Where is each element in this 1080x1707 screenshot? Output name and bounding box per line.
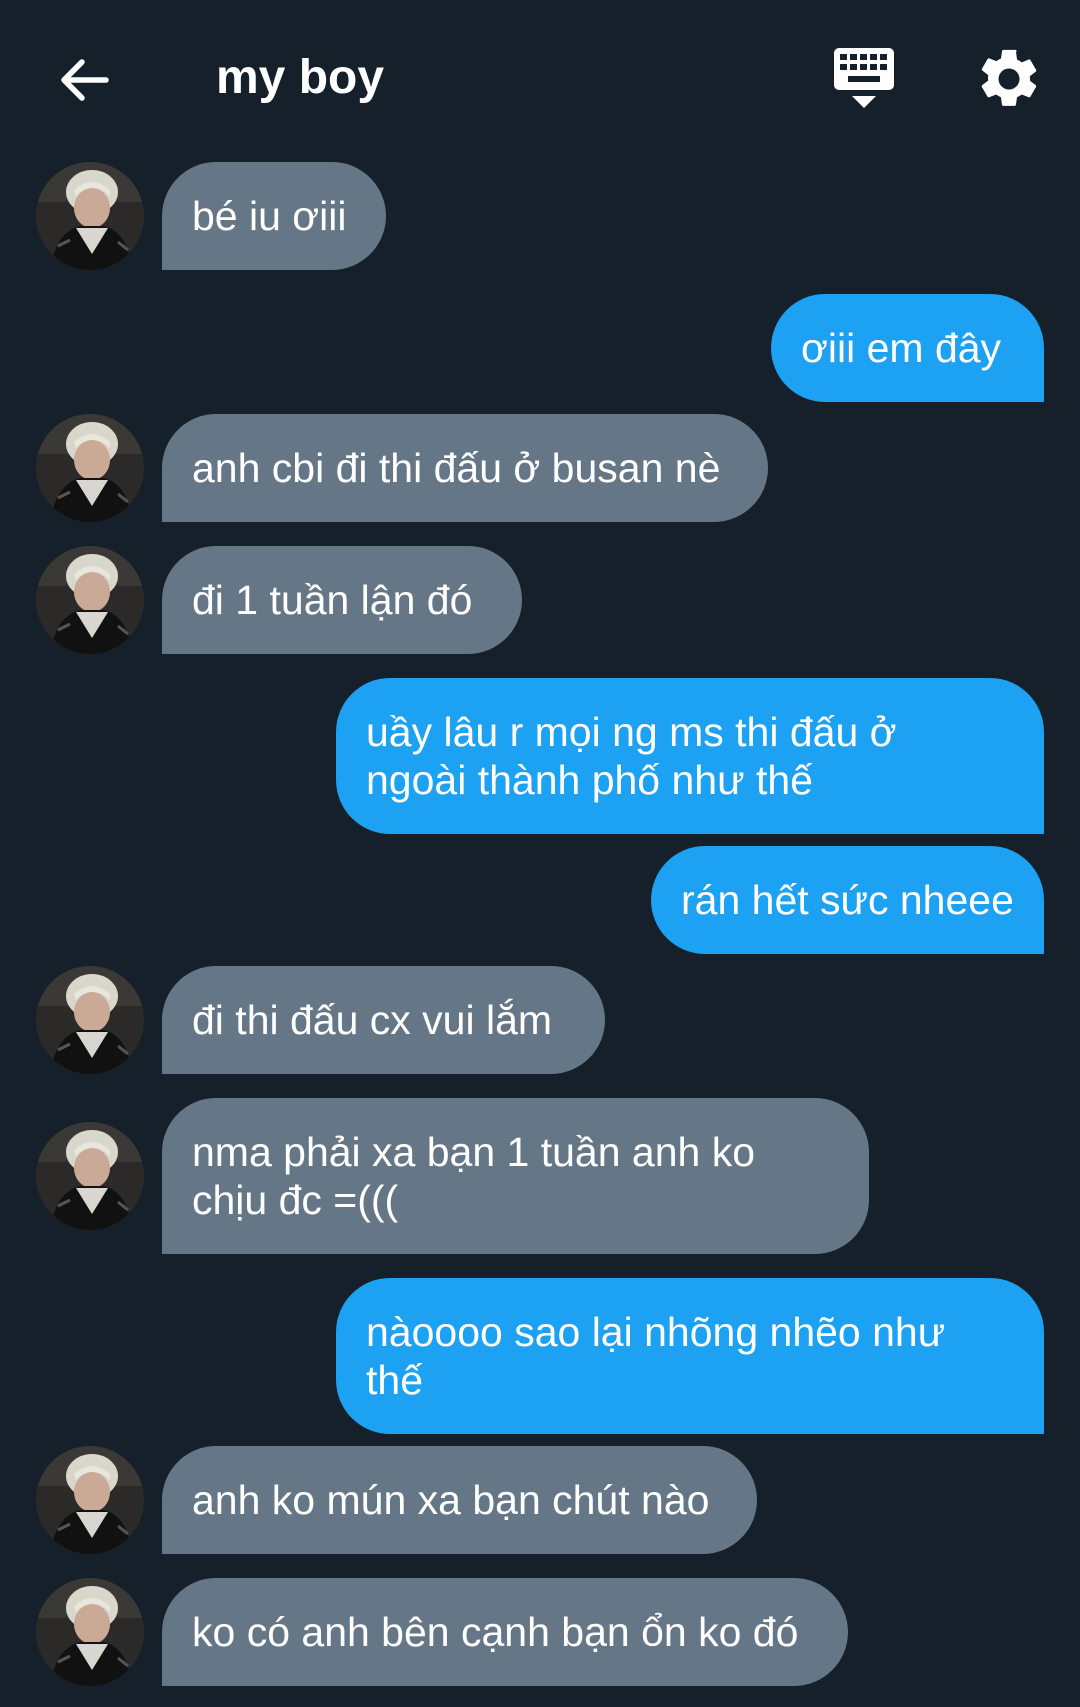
avatar-image <box>36 162 144 270</box>
contact-avatar[interactable] <box>36 414 144 522</box>
contact-avatar[interactable] <box>36 1122 144 1230</box>
incoming-message-bubble[interactable]: anh cbi đi thi đấu ở busan nè <box>162 414 768 522</box>
avatar-image <box>36 546 144 654</box>
outgoing-message-bubble[interactable]: rán hết sức nheee <box>651 846 1044 954</box>
message-list[interactable]: bé iu ơiii ơiii em đây anh cbi đi thi đấu … <box>0 0 1080 1707</box>
contact-avatar[interactable] <box>36 1578 144 1686</box>
contact-avatar[interactable] <box>36 1446 144 1554</box>
outgoing-message-bubble[interactable]: nàoooo sao lại nhõng nhẽo như thế <box>336 1278 1044 1434</box>
avatar-image <box>36 1122 144 1230</box>
outgoing-message-bubble[interactable]: uầy lâu r mọi ng ms thi đấu ở ngoài thàn… <box>336 678 1044 834</box>
contact-avatar[interactable] <box>36 966 144 1074</box>
avatar-image <box>36 1446 144 1554</box>
avatar-image <box>36 966 144 1074</box>
incoming-message-bubble[interactable]: nma phải xa bạn 1 tuần anh ko chịu đc =(… <box>162 1098 869 1254</box>
contact-avatar[interactable] <box>36 546 144 654</box>
avatar-image <box>36 1578 144 1686</box>
avatar-image <box>36 414 144 522</box>
contact-avatar[interactable] <box>36 162 144 270</box>
incoming-message-bubble[interactable]: đi thi đấu cx vui lắm <box>162 966 605 1074</box>
incoming-message-bubble[interactable]: bé iu ơiii <box>162 162 386 270</box>
incoming-message-bubble[interactable]: ko có anh bên cạnh bạn ổn ko đó <box>162 1578 848 1686</box>
outgoing-message-bubble[interactable]: ơiii em đây <box>771 294 1044 402</box>
incoming-message-bubble[interactable]: đi 1 tuần lận đó <box>162 546 522 654</box>
incoming-message-bubble[interactable]: anh ko mún xa bạn chút nào <box>162 1446 757 1554</box>
